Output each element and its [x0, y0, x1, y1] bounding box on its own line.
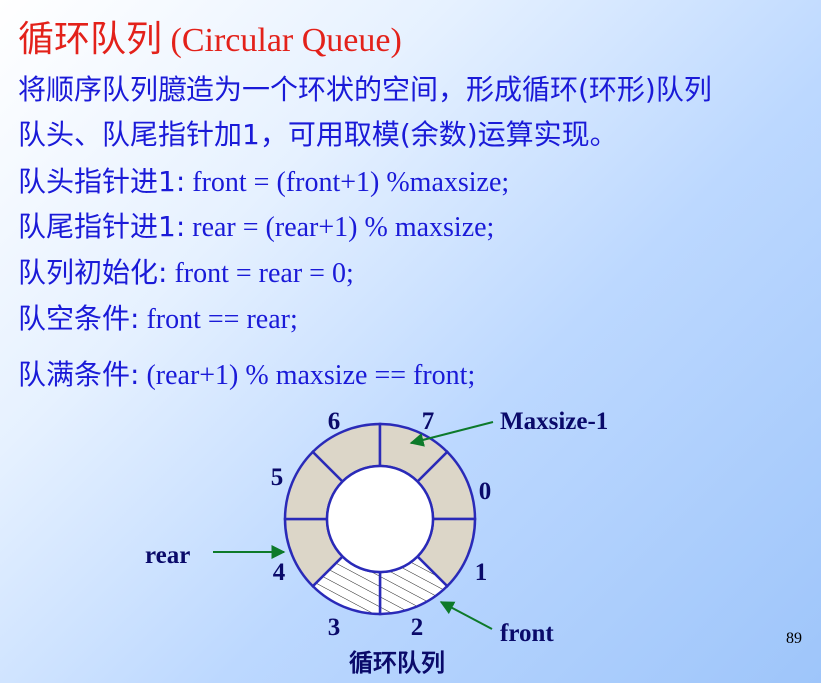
front-arrow — [439, 601, 493, 630]
full-condition-line: 队满条件: (rear+1) % maxsize == front; — [18, 361, 475, 390]
front-advance-line: 队头指针进1: front = (front+1) %maxsize; — [18, 168, 509, 197]
title-latin: (Circular Queue) — [162, 22, 402, 59]
queue-ring — [283, 422, 477, 616]
title-cjk: 循环队列 — [18, 19, 163, 60]
front-label: front — [500, 620, 554, 647]
circular-queue-diagram: 6 7 5 0 4 1 3 2 Maxsize-1 rear front 循环队… — [145, 408, 608, 677]
diagram-caption: 循环队列 — [349, 649, 445, 677]
slot-index-0: 0 — [479, 478, 492, 505]
rear-advance-line: 队尾指针进1: rear = (rear+1) % maxsize; — [18, 213, 494, 242]
ring-center — [325, 464, 435, 574]
page-number: 89 — [786, 630, 802, 647]
slot-index-7: 7 — [422, 408, 435, 435]
empty-condition-line: 队空条件: front == rear; — [18, 305, 298, 334]
init-label: 队列初始化: — [18, 256, 168, 289]
description-line-2: 队头、队尾指针加1，可用取模(余数)运算实现。 — [18, 118, 618, 151]
front-advance-code: front = (front+1) %maxsize; — [185, 167, 510, 198]
slot-index-2: 2 — [411, 614, 424, 641]
init-code: front = rear = 0; — [167, 258, 354, 289]
slide: 循环队列 (Circular Queue) 将顺序队列臆造为一个环状的空间，形成… — [0, 0, 821, 683]
slot-index-6: 6 — [328, 408, 341, 435]
rear-advance-label: 队尾指针进1: — [18, 210, 186, 243]
init-line: 队列初始化: front = rear = 0; — [18, 259, 354, 288]
front-advance-label: 队头指针进1: — [18, 165, 186, 198]
slot-index-3: 3 — [328, 614, 341, 641]
empty-condition-code: front == rear; — [139, 304, 298, 335]
rear-advance-code: rear = (rear+1) % maxsize; — [185, 212, 495, 243]
rear-label: rear — [145, 542, 190, 569]
slot-index-4: 4 — [273, 559, 286, 586]
empty-condition-label: 队空条件: — [18, 302, 140, 335]
slot-index-5: 5 — [271, 464, 284, 491]
full-condition-code: (rear+1) % maxsize == front; — [139, 360, 476, 391]
slot-index-1: 1 — [475, 559, 488, 586]
full-condition-label: 队满条件: — [18, 358, 140, 391]
description-line-1: 将顺序队列臆造为一个环状的空间，形成循环(环形)队列 — [18, 73, 712, 106]
maxsize-label: Maxsize-1 — [500, 408, 608, 435]
slide-title: 循环队列 (Circular Queue) — [18, 22, 402, 58]
